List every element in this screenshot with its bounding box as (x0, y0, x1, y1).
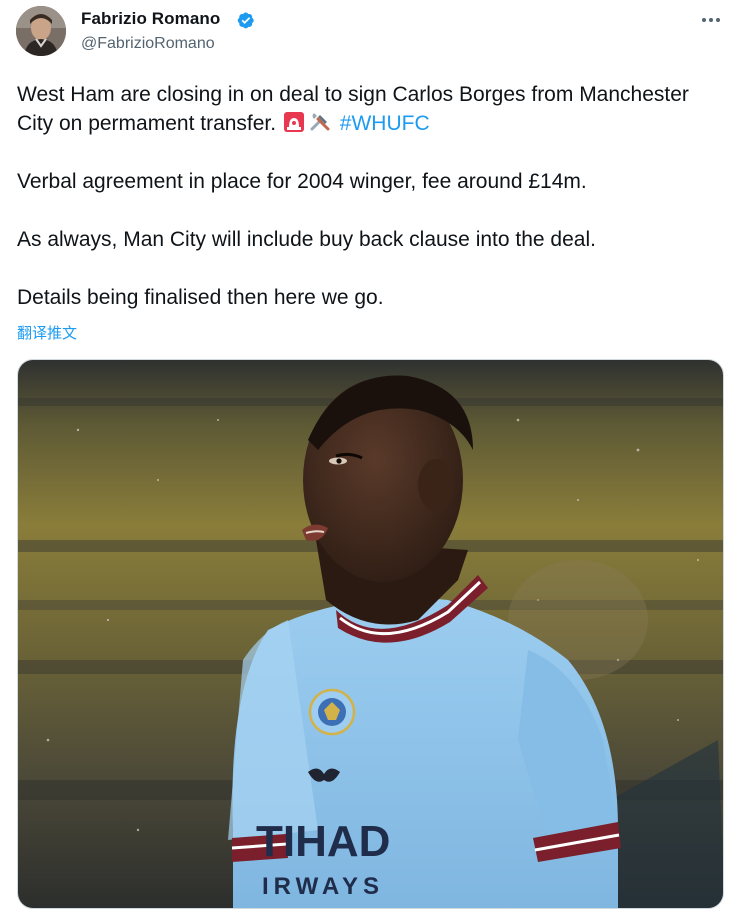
rotating-light-icon (283, 112, 304, 132)
tweet-header: Fabrizio Romano @FabrizioRomano (16, 6, 725, 58)
translate-tweet-link[interactable]: 翻译推文 (17, 322, 77, 343)
avatar-image (16, 6, 66, 56)
tweet-text: West Ham are closing in on deal to sign … (17, 80, 723, 341)
shirt-sponsor-bottom: IRWAYS (262, 873, 384, 900)
player-photo: TIHAD IRWAYS (18, 360, 723, 908)
avatar[interactable] (16, 6, 66, 56)
shirt-sponsor-top: TIHAD (256, 817, 390, 866)
tweet-line-2: Verbal agreement in place for 2004 winge… (17, 170, 587, 193)
tweet-paragraph-1: West Ham are closing in on deal to sign … (17, 80, 723, 138)
verified-badge-icon (237, 12, 254, 29)
display-name[interactable]: Fabrizio Romano (81, 9, 220, 29)
tweet-line-3: As always, Man City will include buy bac… (17, 228, 596, 251)
more-horizontal-icon[interactable] (699, 8, 723, 32)
hashtag-link[interactable]: #WHUFC (340, 112, 430, 135)
user-handle[interactable]: @FabrizioRomano (81, 35, 215, 53)
tweet-line-4: Details being finalised then here we go. (17, 286, 384, 309)
hammer-and-wrench-icon (310, 113, 330, 131)
tweet-photo[interactable]: TIHAD IRWAYS (17, 359, 724, 909)
tweet-card: Fabrizio Romano @FabrizioRomano West Ham… (0, 0, 741, 915)
